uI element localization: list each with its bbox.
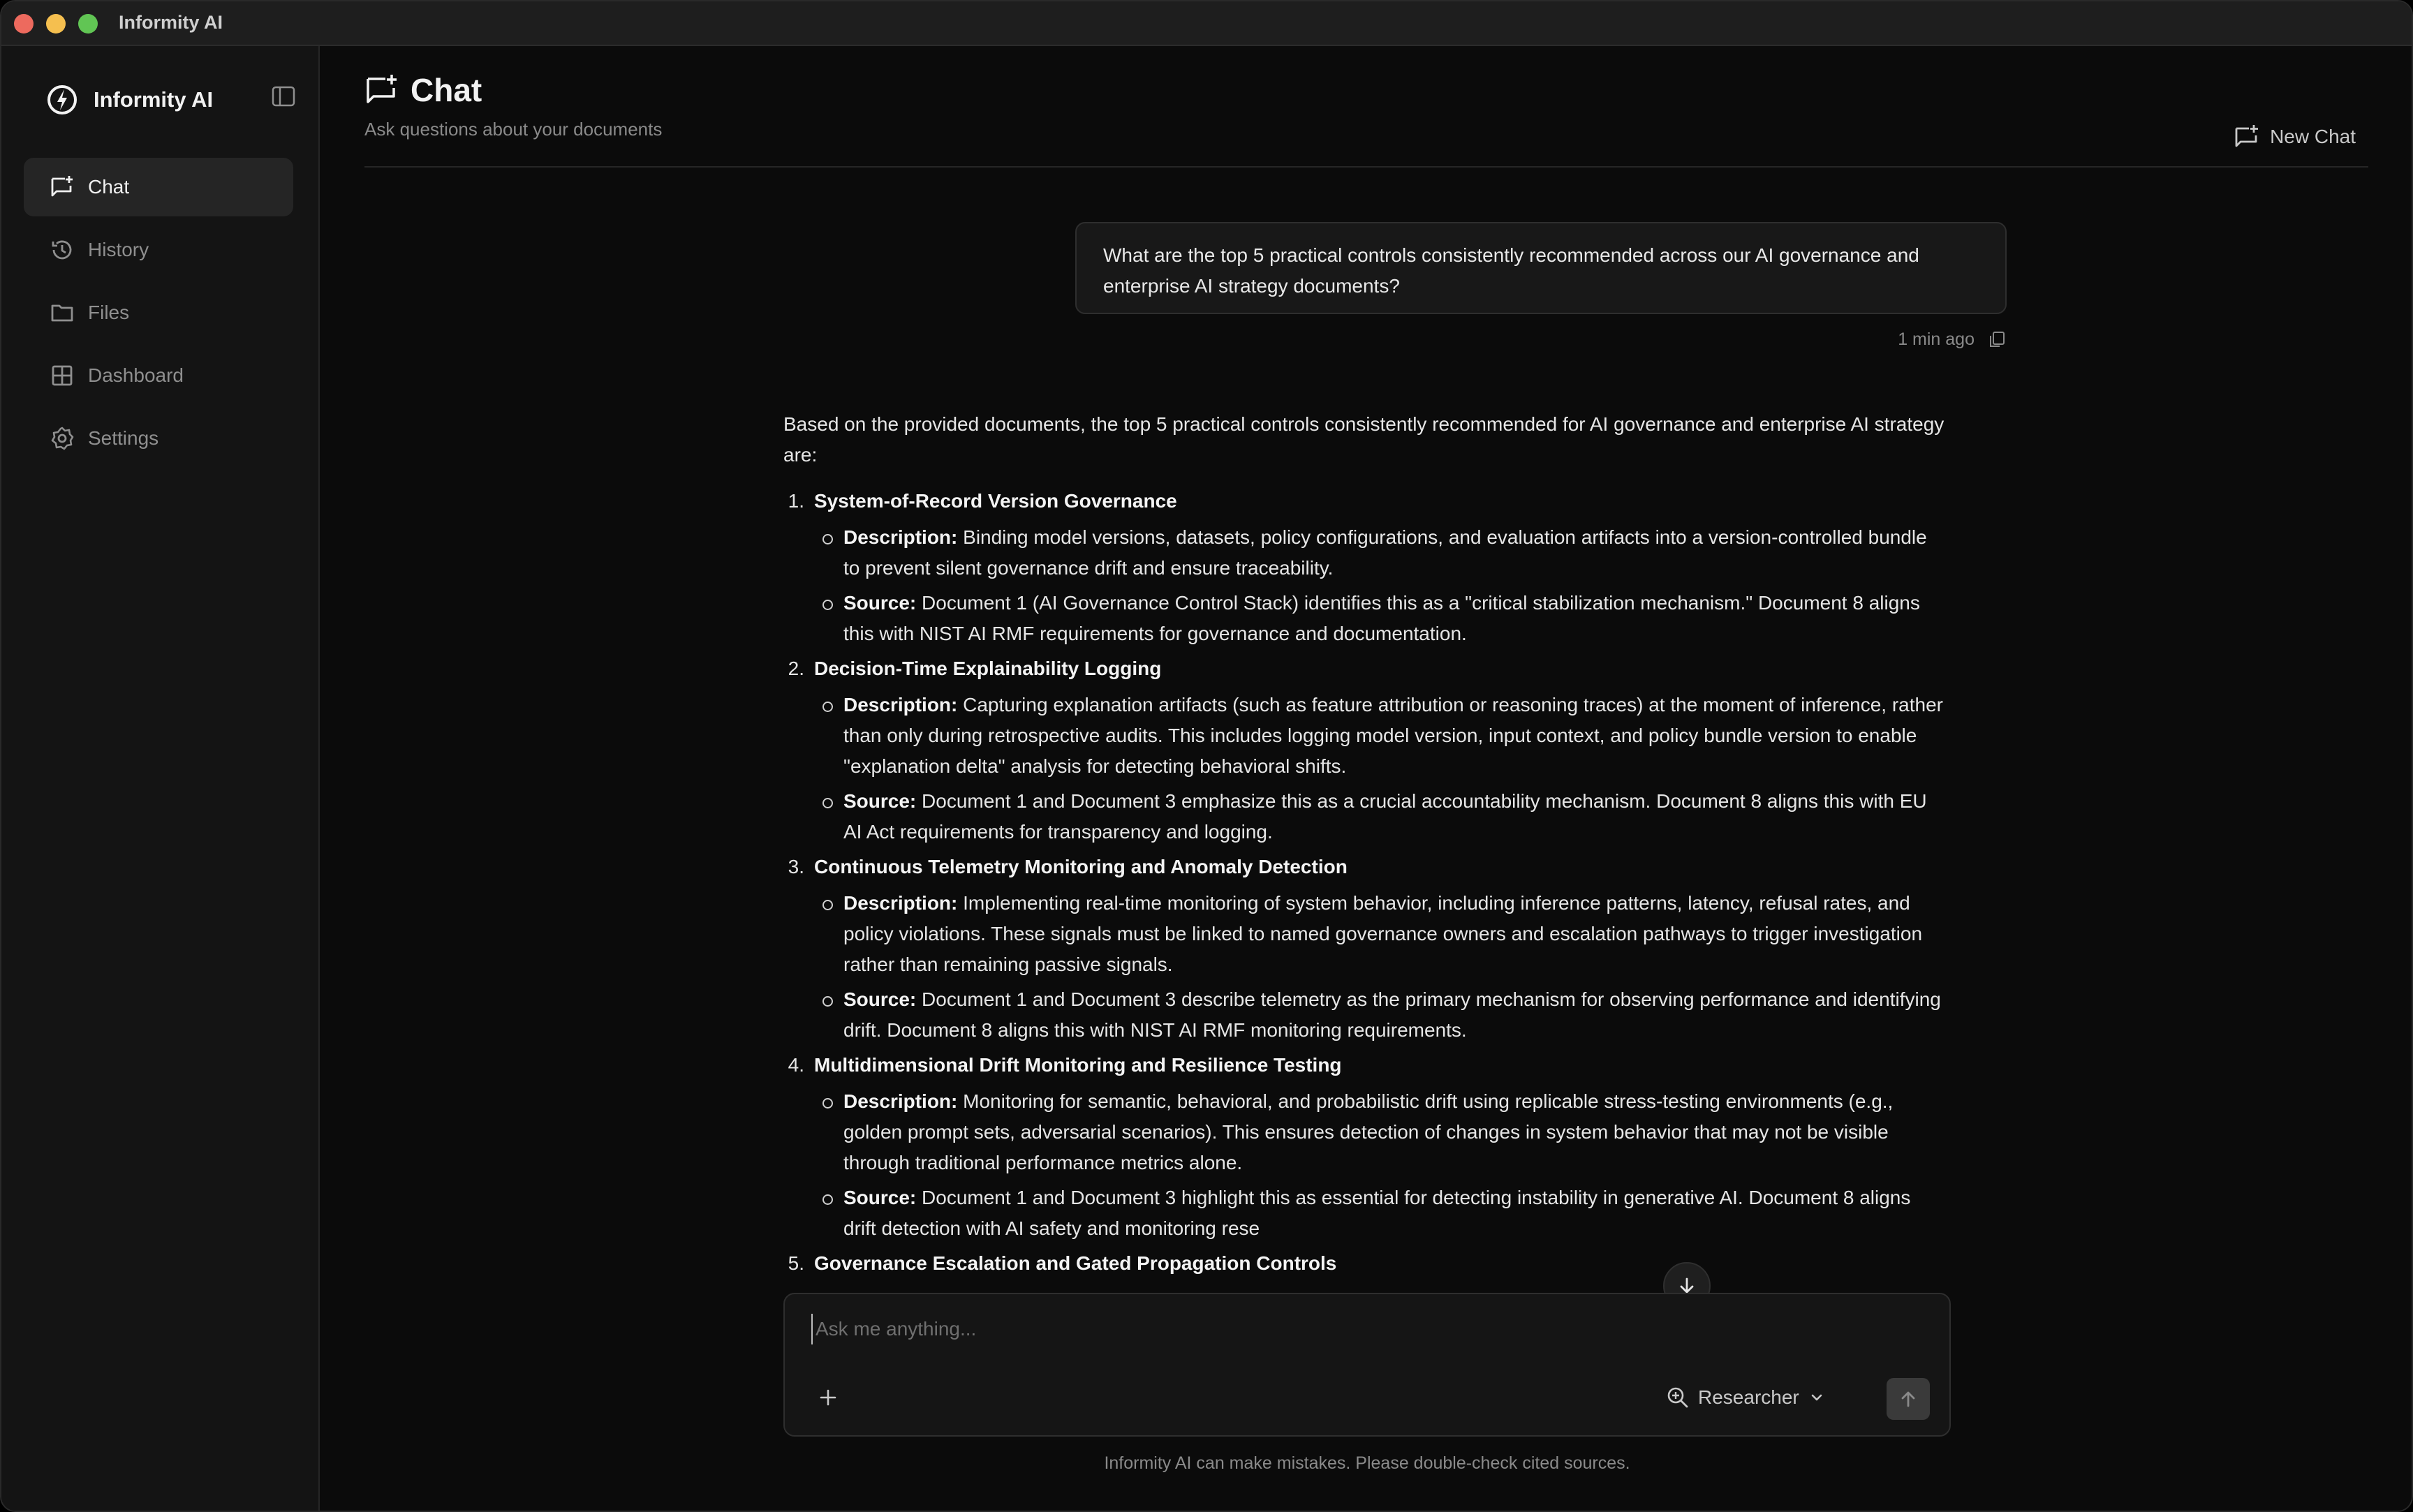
attach-button[interactable]: [811, 1381, 845, 1414]
sidebar-item-files[interactable]: Files: [24, 283, 293, 342]
close-window-button[interactable]: [14, 14, 34, 34]
item-source: Source: Document 1 and Document 3 highli…: [822, 1183, 1945, 1244]
page-header: Chat Ask questions about your documents: [364, 71, 662, 140]
app-window: Informity AI Informity AI Chat History F…: [0, 0, 2413, 1512]
page-title: Chat: [364, 71, 662, 109]
maximize-window-button[interactable]: [78, 14, 98, 34]
item-source: Source: Document 1 (AI Governance Contro…: [822, 588, 1945, 649]
sidebar-item-label: Files: [88, 302, 130, 323]
page-subtitle: Ask questions about your documents: [364, 119, 663, 140]
send-button[interactable]: [1887, 1378, 1930, 1420]
main-panel: Chat Ask questions about your documents …: [321, 46, 2412, 1511]
history-icon: [49, 237, 75, 263]
new-chat-button[interactable]: New Chat: [2234, 120, 2356, 154]
answer-list-item: 4. Multidimensional Drift Monitoring and…: [783, 1050, 1945, 1248]
item-number: 3.: [788, 856, 804, 877]
gear-icon: [49, 425, 75, 452]
sidebar-item-label: History: [88, 239, 149, 260]
answer-list-item: 5. Governance Escalation and Gated Propa…: [783, 1248, 1945, 1284]
item-number: 5.: [788, 1252, 804, 1274]
chat-input[interactable]: [811, 1314, 1859, 1344]
sidebar-item-label: Settings: [88, 427, 159, 449]
item-number: 2.: [788, 658, 804, 679]
sidebar-toggle-icon: [272, 86, 295, 107]
page-title-text: Chat: [411, 72, 482, 108]
item-number: 4.: [788, 1054, 804, 1076]
item-source: Source: Document 1 and Document 3 descri…: [822, 984, 1945, 1046]
item-number: 1.: [788, 490, 804, 512]
sidebar-item-dashboard[interactable]: Dashboard: [24, 346, 293, 405]
sidebar-item-chat[interactable]: Chat: [24, 158, 293, 216]
sidebar: Informity AI Chat History Files Dashboar…: [1, 46, 320, 1511]
item-description: Description: Implementing real-time moni…: [822, 888, 1945, 980]
informity-logo-icon: [47, 85, 77, 114]
dashboard-grid-icon: [49, 362, 75, 389]
item-source: Source: Document 1 and Document 3 emphas…: [822, 786, 1945, 847]
brand: Informity AI: [46, 81, 213, 119]
arrow-up-icon: [1901, 1391, 1915, 1407]
item-title: Multidimensional Drift Monitoring and Re…: [814, 1054, 1342, 1076]
sidebar-item-label: Dashboard: [88, 364, 184, 386]
item-title: Continuous Telemetry Monitoring and Anom…: [814, 856, 1348, 877]
item-title: System-of-Record Version Governance: [814, 490, 1177, 512]
item-title: Decision-Time Explainability Logging: [814, 658, 1162, 679]
assistant-answer: Based on the provided documents, the top…: [783, 409, 1945, 1337]
new-chat-label: New Chat: [2270, 126, 2356, 147]
title-bar: Informity AI: [1, 1, 2412, 46]
copy-icon[interactable]: [1987, 329, 2007, 349]
chat-plus-icon: [367, 75, 397, 103]
message-composer: Researcher: [783, 1293, 1951, 1437]
brand-name: Informity AI: [94, 87, 214, 112]
minimize-window-button[interactable]: [46, 14, 66, 34]
chat-plus-icon: [2235, 125, 2259, 147]
message-timestamp: 1 min ago: [1898, 329, 1975, 349]
sidebar-item-label: Chat: [88, 176, 130, 198]
user-message-meta: 1 min ago: [1829, 325, 2007, 353]
chat-plus-icon: [49, 174, 75, 200]
item-description: Description: Binding model versions, dat…: [822, 522, 1945, 584]
item-description: Description: Capturing explanation artif…: [822, 690, 1945, 782]
answer-intro: Based on the provided documents, the top…: [783, 413, 1945, 466]
disclaimer-text: Informity AI can make mistakes. Please d…: [1104, 1453, 1630, 1473]
sidebar-item-history[interactable]: History: [24, 221, 293, 279]
mode-label: Researcher: [1698, 1386, 1799, 1408]
mode-selector[interactable]: Researcher: [1666, 1381, 1826, 1414]
collapse-sidebar-button[interactable]: [270, 82, 297, 110]
plus-icon: [820, 1389, 836, 1406]
user-message-bubble: What are the top 5 practical controls co…: [1075, 222, 2007, 314]
sidebar-nav: Chat History Files Dashboard Settings: [24, 158, 293, 472]
folder-icon: [49, 299, 75, 326]
window-title: Informity AI: [119, 12, 223, 33]
sidebar-item-settings[interactable]: Settings: [24, 409, 293, 468]
answer-list-item: 1. System-of-Record Version Governance D…: [783, 486, 1945, 653]
item-description: Description: Monitoring for semantic, be…: [822, 1086, 1945, 1178]
item-title: Governance Escalation and Gated Propagat…: [814, 1252, 1337, 1274]
answer-list-item: 2. Decision-Time Explainability Logging …: [783, 653, 1945, 852]
header-divider: [364, 166, 2368, 168]
answer-list-item: 3. Continuous Telemetry Monitoring and A…: [783, 852, 1945, 1050]
chevron-down-icon: [1811, 1394, 1822, 1401]
search-zoom-icon: [1667, 1387, 1688, 1408]
